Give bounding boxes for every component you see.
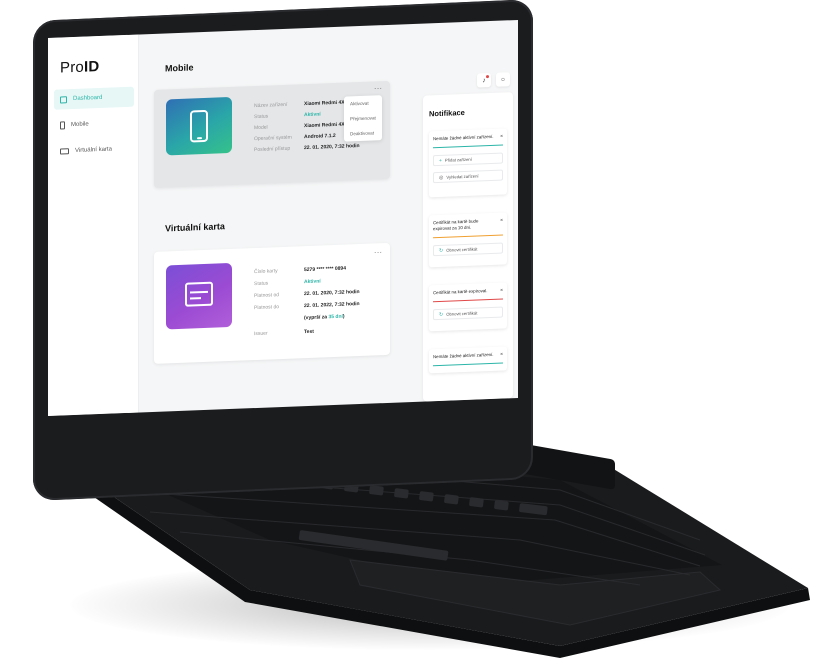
card-icon-line: [190, 297, 201, 300]
field-label: Platnost do: [254, 304, 280, 312]
rename-menu-item[interactable]: Přejmenovat: [344, 110, 382, 126]
close-icon[interactable]: ×: [500, 134, 503, 140]
notification-item: Certifikát na kartě bude expirovat za 10…: [429, 212, 507, 268]
notification-text: Nemáte žádné aktivní zařízení.: [433, 133, 494, 142]
dashboard-icon: [60, 95, 67, 104]
phone-icon: [60, 121, 65, 130]
refresh-icon: ↻: [439, 311, 444, 318]
add-device-button[interactable]: + Přidat zařízení: [433, 152, 503, 167]
main-content: Mobile Název zařízení Xiaomi Redmi 4X St…: [140, 20, 518, 413]
sidebar-item-label: Virtuální karta: [75, 146, 112, 154]
mobile-actions-menu: Aktivovat Přejmenovat Deaktivovat: [344, 95, 382, 142]
plus-icon: +: [439, 157, 442, 164]
field-label: Status: [254, 113, 269, 121]
notification-item: Nemáte žádné aktivní zařízení. ×: [429, 346, 507, 374]
close-icon[interactable]: ×: [500, 352, 503, 358]
close-icon[interactable]: ×: [500, 218, 503, 224]
sidebar: ProID Dashboard Mobile Virtuální karta: [48, 34, 139, 416]
mobile-menu-button[interactable]: ···: [374, 85, 383, 92]
notifications-title: Notifikace: [429, 107, 465, 119]
sidebar-item-virtual-card[interactable]: Virtuální karta: [54, 139, 134, 162]
last-access-value: 22. 01. 2020, 7:32 hodin: [304, 143, 360, 152]
sidebar-item-label: Mobile: [71, 121, 89, 129]
field-label: Platnost od: [254, 292, 280, 300]
mobile-section-title: Mobile: [165, 62, 194, 74]
os-value: Android 7.1.2: [304, 132, 336, 141]
notification-text: Certifikát na kartě expiroval.: [433, 288, 488, 296]
virtual-card-menu-button[interactable]: ···: [374, 249, 383, 256]
activate-menu-item[interactable]: Aktivovat: [344, 95, 382, 111]
locate-icon: ◎: [439, 174, 444, 181]
phone-icon-button: [197, 137, 202, 140]
field-label: Operační systém: [254, 134, 292, 143]
notification-accent-bar: [433, 362, 503, 367]
renew-certificate-button[interactable]: ↻ Obnovit certifikát: [433, 242, 503, 257]
notification-accent-bar: [433, 234, 503, 239]
card-icon: [60, 148, 69, 155]
mobile-card: Název zařízení Xiaomi Redmi 4X Status Ak…: [154, 80, 390, 188]
card-icon: [185, 281, 213, 307]
status-value: Aktivní: [304, 278, 321, 286]
notification-button[interactable]: ♪: [477, 72, 491, 88]
renew-certificate-button[interactable]: ↻ Obnovit certifikát: [433, 306, 503, 321]
sidebar-item-label: Dashboard: [73, 94, 103, 103]
valid-from-value: 22. 01. 2020, 7:32 hodin: [304, 289, 360, 298]
app-logo: ProID: [60, 58, 100, 77]
notification-text: Certifikát na kartě bude expirovat za 10…: [433, 218, 479, 232]
model-value: Xiaomi Redmi 4X: [304, 121, 345, 130]
notification-accent-bar: [433, 298, 503, 303]
bell-icon: ♪: [482, 76, 486, 84]
notification-dot: [486, 75, 489, 79]
notification-text: Nemáte žádné aktivní zařízení.: [433, 351, 494, 360]
status-value: Aktivní: [304, 111, 321, 119]
virtual-card-card: Číslo karty 5279 **** **** 0894 Status A…: [154, 242, 390, 364]
close-icon[interactable]: ×: [500, 288, 503, 294]
field-label: Model: [254, 124, 268, 132]
virtual-card-section-title: Virtuální karta: [165, 221, 225, 234]
user-button[interactable]: ○: [496, 72, 510, 87]
card-number-value: 5279 **** **** 0894: [304, 265, 346, 274]
user-icon: ○: [500, 75, 506, 84]
issuer-value: Test: [304, 328, 314, 336]
field-label: Název zařízení: [254, 101, 288, 110]
sidebar-item-dashboard[interactable]: Dashboard: [54, 86, 134, 110]
field-label: Issuer: [254, 330, 268, 338]
virtual-card-tile: [166, 262, 232, 330]
sidebar-item-mobile[interactable]: Mobile: [54, 113, 134, 136]
field-label: Číslo karty: [254, 268, 278, 276]
notification-accent-bar: [433, 144, 503, 149]
app-screen: ProID Dashboard Mobile Virtuální karta M…: [48, 19, 518, 416]
field-label: Poslední přístup: [254, 145, 291, 154]
notification-item: Nemáte žádné aktivní zařízení. × + Přidat…: [429, 128, 507, 198]
valid-to-value: 22. 01. 2022, 7:32 hodin: [304, 301, 360, 310]
notification-item: Certifikát na kartě expiroval. × ↻ Obnovi…: [429, 282, 507, 332]
expiry-note: (vyprší za 35 dní): [304, 313, 345, 322]
notifications-panel: Notifikace Nemáte žádné aktivní zařízení…: [423, 92, 513, 402]
refresh-icon: ↻: [439, 247, 444, 254]
field-label: Status: [254, 280, 269, 288]
deactivate-menu-item[interactable]: Deaktivovat: [344, 125, 382, 141]
find-device-button[interactable]: ◎ Vyhledat zařízení: [433, 169, 503, 184]
mobile-tile: [166, 96, 232, 156]
device-name-value: Xiaomi Redmi 4X: [304, 99, 345, 108]
